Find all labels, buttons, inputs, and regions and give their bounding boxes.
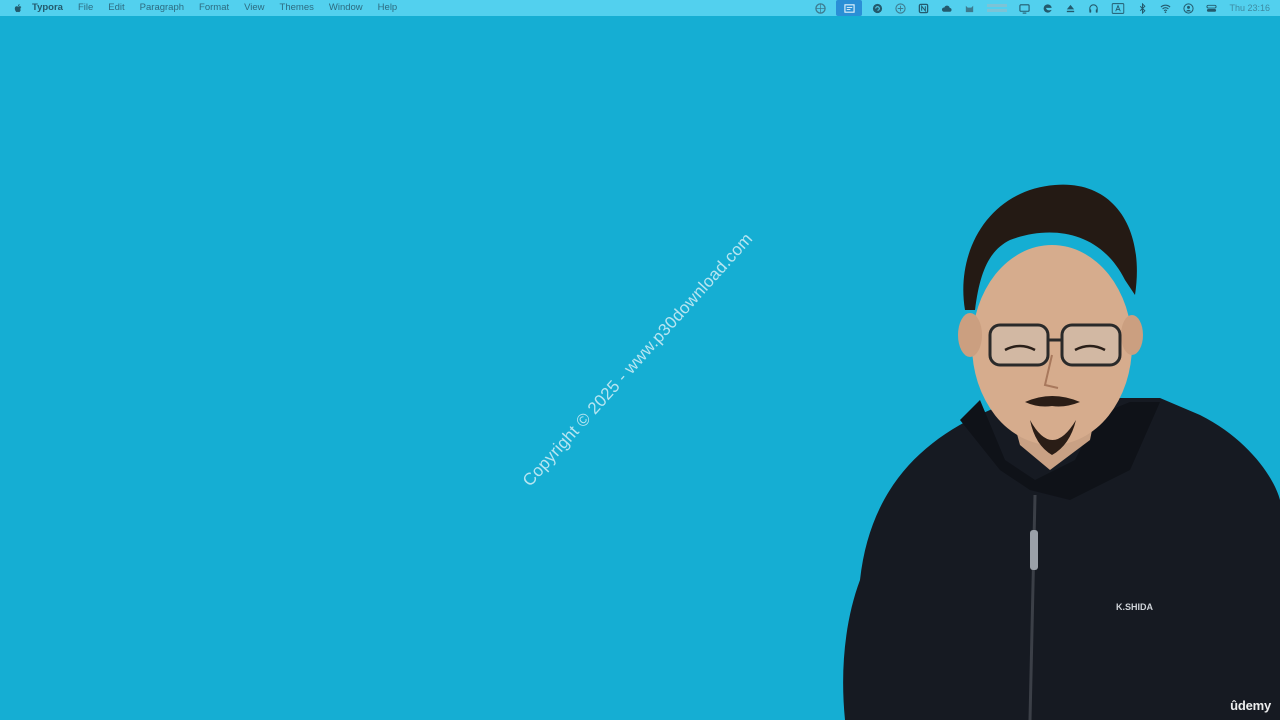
- color-wheel-icon[interactable]: [815, 2, 827, 14]
- menu-edit[interactable]: Edit: [108, 0, 124, 16]
- headphones-icon[interactable]: [1088, 3, 1099, 14]
- bluetooth-icon[interactable]: [1137, 2, 1148, 14]
- menu-help[interactable]: Help: [378, 0, 398, 16]
- menu-themes[interactable]: Themes: [280, 0, 314, 16]
- menu-clock[interactable]: Thu 23:16: [1229, 3, 1270, 13]
- menu-app-name[interactable]: Typora: [32, 0, 63, 16]
- sync-icon[interactable]: [872, 3, 883, 14]
- menu-paragraph[interactable]: Paragraph: [140, 0, 184, 16]
- copyright-watermark: Copyright © 2025 - www.p30download.com: [518, 229, 757, 491]
- jacket-logo: K.SHIDA: [1116, 602, 1154, 612]
- display-icon[interactable]: [1019, 3, 1031, 14]
- presenter-webcam: K.SHIDA: [830, 170, 1280, 720]
- menu-bar: Typora File Edit Paragraph Format View T…: [0, 0, 1280, 16]
- udemy-logo: ûdemy: [1230, 698, 1271, 713]
- input-source-icon[interactable]: [1111, 2, 1125, 14]
- menu-file[interactable]: File: [78, 0, 93, 16]
- notion-icon[interactable]: [918, 3, 929, 14]
- cloud-icon[interactable]: [941, 3, 953, 14]
- menu-view[interactable]: View: [244, 0, 264, 16]
- screen-capture-icon[interactable]: [836, 0, 863, 16]
- eject-icon[interactable]: [1065, 3, 1076, 14]
- edge-icon[interactable]: [1042, 3, 1053, 14]
- wifi-icon[interactable]: [1160, 3, 1171, 14]
- network-stats-icon[interactable]: [987, 3, 1008, 14]
- apple-logo-icon[interactable]: [13, 3, 22, 14]
- status-area: Thu 23:16: [809, 0, 1280, 16]
- menu-window[interactable]: Window: [329, 0, 363, 16]
- cat-icon[interactable]: [964, 3, 975, 14]
- menu-format[interactable]: Format: [199, 0, 229, 16]
- layers-icon[interactable]: [895, 2, 907, 14]
- user-icon[interactable]: [1183, 2, 1195, 14]
- control-center-icon[interactable]: [1206, 3, 1218, 14]
